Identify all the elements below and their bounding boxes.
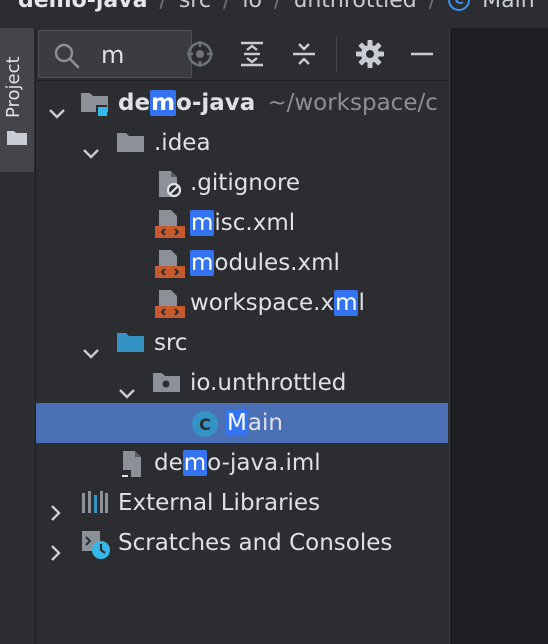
- gear-icon: [356, 40, 384, 68]
- tree-item-iml[interactable]: demo-java.iml: [36, 443, 448, 483]
- module-path: ~/workspace/c: [267, 90, 438, 116]
- tree-item-modules-xml[interactable]: modules.xml: [36, 243, 448, 283]
- breadcrumb-item-project[interactable]: demo-java: [18, 0, 147, 13]
- breadcrumb-separator: /: [273, 0, 282, 13]
- tool-window-stripe: Project: [0, 28, 36, 644]
- tree-item-label: src: [154, 330, 188, 356]
- tree-item-label: Scratches and Consoles: [118, 530, 393, 556]
- breadcrumb-item-io[interactable]: io: [242, 0, 262, 13]
- tree-item-label: io.unthrottled: [190, 370, 347, 396]
- tree-item-external-libraries[interactable]: External Libraries: [36, 483, 448, 523]
- breadcrumb-item-src[interactable]: src: [179, 0, 211, 13]
- breadcrumb-separator: /: [222, 0, 231, 13]
- tree-item-label: workspace.xml: [190, 290, 365, 316]
- search-icon: [53, 42, 81, 74]
- project-toolbar: [36, 28, 448, 81]
- tree-item-label: misc.xml: [190, 210, 296, 236]
- tree-item-workspace-xml[interactable]: workspace.xml: [36, 283, 448, 323]
- collapse-all-button[interactable]: [288, 38, 320, 70]
- tree-item-scratches[interactable]: Scratches and Consoles: [36, 523, 448, 563]
- folder-icon: [6, 128, 28, 150]
- tree-item-label: modules.xml: [190, 250, 340, 276]
- expand-all-icon: [241, 41, 263, 67]
- tree-item-idea[interactable]: .idea: [36, 123, 448, 163]
- search-input[interactable]: [99, 37, 183, 73]
- tree-item-demo-java[interactable]: demo-java ~/workspace/c: [36, 83, 448, 123]
- tree-item-label: demo-java.iml: [154, 450, 321, 476]
- tree-item-label: .idea: [154, 130, 211, 156]
- settings-button[interactable]: [354, 38, 386, 70]
- locate-icon: [187, 41, 213, 67]
- tree-item-main[interactable]: C Main: [36, 403, 448, 443]
- tree-item-gitignore[interactable]: .gitignore: [36, 163, 448, 203]
- minimize-icon: [411, 52, 433, 56]
- project-panel: demo-java~/workspace/c .idea .gitignore …: [36, 28, 448, 644]
- svg-text:C: C: [199, 415, 211, 434]
- breadcrumb-item-unthrottled[interactable]: unthrottled: [293, 0, 416, 13]
- locate-button[interactable]: [184, 38, 216, 70]
- breadcrumb: demo-java / src / io / unthrottled / C M…: [0, 0, 548, 14]
- project-tool-window-tab[interactable]: Project: [0, 28, 34, 172]
- toolbar-divider: [336, 36, 337, 72]
- expand-all-button[interactable]: [236, 38, 268, 70]
- editor-area[interactable]: [449, 28, 548, 644]
- tree-item-src[interactable]: src: [36, 323, 448, 363]
- breadcrumb-separator: /: [428, 0, 437, 13]
- chevron-right-icon[interactable]: [48, 535, 64, 575]
- tree-item-misc-xml[interactable]: misc.xml: [36, 203, 448, 243]
- speed-search-box[interactable]: [38, 30, 192, 78]
- tree-item-label: demo-java ~/workspace/c: [118, 90, 438, 116]
- breadcrumb-item-main[interactable]: Main: [482, 0, 535, 13]
- class-icon: C: [448, 0, 471, 11]
- breadcrumb-separator: /: [159, 0, 167, 13]
- hide-panel-button[interactable]: [406, 38, 438, 70]
- collapse-all-icon: [293, 43, 315, 65]
- scratches-icon: [80, 529, 112, 574]
- tree-item-label: .gitignore: [190, 170, 301, 196]
- tree-item-label: Main: [226, 410, 283, 436]
- project-tab-label: Project: [3, 56, 24, 118]
- tree-item-label: External Libraries: [118, 490, 321, 516]
- tree-item-package[interactable]: io.unthrottled: [36, 363, 448, 403]
